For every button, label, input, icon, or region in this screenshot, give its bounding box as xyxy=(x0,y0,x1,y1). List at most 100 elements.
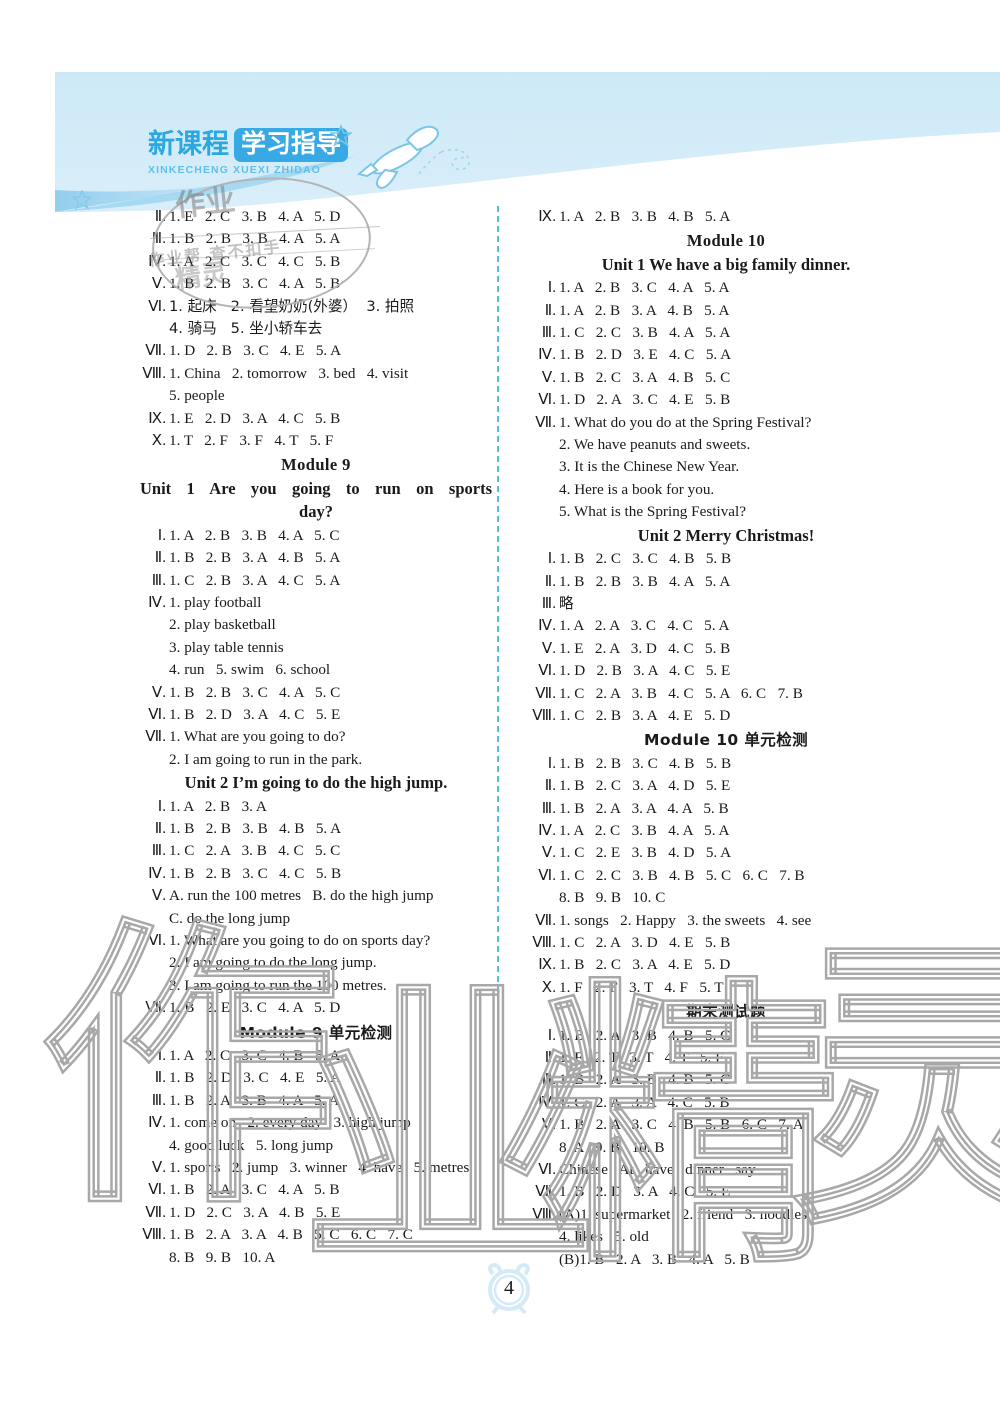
answer-text: 1. play football xyxy=(169,593,262,611)
answer-continuation: 2. I am going to do the long jump. xyxy=(169,954,377,972)
answer-text: 1. C 2. A 3. A 4. C 5. B xyxy=(559,1093,730,1111)
exercise-number: Ⅴ. xyxy=(541,1116,556,1134)
answer-text: 1. B 2. C 3. A 4. E 5. D xyxy=(559,956,731,974)
answer-text: 1. B 2. D 3. C 4. E 5. A xyxy=(169,1069,342,1087)
answer-text: 1. B 2. D 3. A 4. C 5. E xyxy=(169,705,341,723)
unit-heading: Unit 2 I’m going to do the high jump. xyxy=(184,773,448,793)
answer-text: 1. B 2. E 3. C 4. A 5. D xyxy=(169,999,341,1017)
module-heading: Module 9 xyxy=(281,455,351,475)
answer-line: Ⅶ. 1. B 2. D 3. A 4. C 5. E xyxy=(526,1181,926,1203)
exercise-number: Ⅲ. xyxy=(541,594,556,612)
answer-text: Chinese At have dinner say xyxy=(559,1161,756,1179)
answer-line: Ⅲ. 1. B 2. A 3. A 4. A 5. B xyxy=(526,798,926,820)
answer-continuation: 2. I am going to run in the park. xyxy=(169,750,363,768)
exercise-number: Ⅶ. xyxy=(145,728,166,746)
answer-text: 1. B 2. A 3. B 4. A 5. A xyxy=(169,1091,340,1109)
answer-line: Ⅸ. 1. E 2. D 3. A 4. C 5. B xyxy=(136,408,496,430)
exercise-number: Ⅸ. xyxy=(148,409,166,427)
module-heading: Module 10 xyxy=(686,231,766,251)
answer-text: 1. B 2. B 3. C 4. A 5. B xyxy=(169,275,341,293)
answer-text: 1. A 2. B 3. A xyxy=(169,797,267,815)
exercise-number: Ⅵ. xyxy=(538,391,556,409)
exercise-number: Ⅱ. xyxy=(154,819,166,837)
answer-line: Ⅰ. 1. A 2. B 3. C 4. A 5. A xyxy=(526,277,926,299)
answer-line: Ⅷ. (A)1. supermarket 2. friend 3. noodles xyxy=(526,1204,926,1226)
answer-text: 1. B 2. A 3. B 4. B 5. C xyxy=(559,1026,731,1044)
answer-text: 1. C 2. B 3. A 4. C 5. A xyxy=(169,571,341,589)
answer-line: Ⅵ. 1. B 2. A 3. C 4. A 5. B xyxy=(136,1179,496,1201)
answer-text: 略 xyxy=(559,594,574,612)
answer-line: Ⅶ. 1. songs 2. Happy 3. the sweets 4. see xyxy=(526,910,926,932)
exercise-number: Ⅶ. xyxy=(535,1183,556,1201)
unit-heading: day? xyxy=(299,502,333,522)
answer-text: 1. A 2. C 3. B 4. A 5. A xyxy=(559,821,730,839)
answer-text: 1. F 2. T 3. T 4. T 5. F xyxy=(559,1049,724,1067)
exercise-number: Ⅰ. xyxy=(547,550,556,568)
answer-line: Ⅶ. 1. D 2. B 3. C 4. E 5. A xyxy=(136,340,496,362)
answer-line: Ⅶ. 1. What do you do at the Spring Festiv… xyxy=(526,412,926,434)
answer-line: Ⅳ. 1. A 2. C 3. C 4. C 5. B xyxy=(136,251,496,273)
exercise-number: Ⅵ. xyxy=(538,866,556,884)
answer-line: Ⅸ. 1. B 2. C 3. A 4. E 5. D xyxy=(526,954,926,976)
exercise-number: Ⅵ. xyxy=(148,1181,166,1199)
answer-text: 1. B 2. A 3. B 4. B 5. C xyxy=(559,1071,731,1089)
answer-continuation: 5. What is the Spring Festival? xyxy=(559,503,747,521)
answer-line: Ⅱ. 1. B 2. D 3. C 4. E 5. A xyxy=(136,1067,496,1089)
exercise-number: Ⅰ. xyxy=(547,754,556,772)
answer-line: Ⅳ. 1. A 2. C 3. B 4. A 5. A xyxy=(526,820,926,842)
answer-key-page: 新课程 学习指导 XINKECHENG XUEXI ZHIDAO Ⅱ. 1. E … xyxy=(0,0,1000,1414)
exercise-number: Ⅴ. xyxy=(151,275,166,293)
exercise-number: Ⅱ. xyxy=(544,777,556,795)
answer-line: Ⅲ. 1. B 2. A 3. B 4. A 5. A xyxy=(136,1090,496,1112)
answer-line: Ⅲ. 略 xyxy=(526,593,926,615)
exercise-number: Ⅲ. xyxy=(541,1071,556,1089)
answer-line: Ⅵ. 1. 起床 2. 看望奶奶(外婆） 3. 拍照 xyxy=(136,296,496,318)
answer-text: 1. A 2. B 3. B 4. B 5. A xyxy=(559,208,731,225)
answer-continuation: 4. good luck 5. long jump xyxy=(169,1136,334,1154)
exercise-number: Ⅲ. xyxy=(541,799,556,817)
answer-line: Ⅱ. 1. B 2. B 3. B 4. A 5. A xyxy=(526,571,926,593)
answer-text: 1. sports 2. jump 3. winner 4. have 5. m… xyxy=(169,1159,470,1177)
exercise-number: Ⅳ. xyxy=(148,593,166,611)
answer-line: Ⅴ. 1. B 2. B 3. C 4. A 5. C xyxy=(136,682,496,704)
star-icon xyxy=(328,123,354,152)
answer-text: 1. B 2. A 3. A 4. A 5. B xyxy=(559,799,729,817)
exercise-number: Ⅳ. xyxy=(538,1093,556,1111)
unit-heading: Unit 1 We have a big family dinner. xyxy=(601,254,851,274)
answer-line: Ⅵ. 1. D 2. A 3. C 4. E 5. B xyxy=(526,389,926,411)
answer-continuation: 3. It is the Chinese New Year. xyxy=(559,458,740,476)
answer-text: 1. What do you do at the Spring Festival… xyxy=(559,413,812,431)
answer-text: 1. D 2. A 3. C 4. E 5. B xyxy=(559,391,731,409)
exercise-number: Ⅶ. xyxy=(535,684,556,702)
exercise-number: Ⅱ. xyxy=(154,208,166,225)
exercise-number: Ⅲ. xyxy=(541,324,556,342)
exercise-number: Ⅴ. xyxy=(541,844,556,862)
answer-continuation: 2. play basketball xyxy=(169,616,276,634)
exercise-number: Ⅲ. xyxy=(151,842,166,860)
answer-line: Ⅹ. 1. T 2. F 3. F 4. T 5. F xyxy=(136,430,496,452)
exercise-number: Ⅳ. xyxy=(148,1114,166,1132)
exercise-number: Ⅷ. xyxy=(532,1205,556,1223)
answer-text: A. run the 100 metres B. do the high jum… xyxy=(169,887,434,905)
answer-text: 1. What are you going to do? xyxy=(169,728,346,746)
exercise-number: Ⅳ. xyxy=(538,821,556,839)
answer-text: 1. B 2. B 3. C 4. A 5. C xyxy=(169,683,341,701)
exercise-number: Ⅷ. xyxy=(532,934,556,951)
answer-text: 1. B 2. A 3. C 4. B 5. B 6. C 7. A xyxy=(559,1116,804,1134)
answer-line: Ⅰ. 1. B 2. C 3. C 4. B 5. B xyxy=(526,548,926,570)
answer-line: Ⅵ. Chinese At have dinner say xyxy=(526,1159,926,1181)
airplane-icon xyxy=(345,118,485,190)
answer-continuation: 4. run 5. swim 6. school xyxy=(169,661,331,679)
answer-text: 1. B 2. C 3. C 4. B 5. B xyxy=(559,550,732,568)
answer-text: 1. B 2. C 3. A 4. B 5. C xyxy=(559,368,731,386)
exercise-number: Ⅳ. xyxy=(538,346,556,364)
exercise-number: Ⅳ. xyxy=(148,864,166,882)
answer-line: Ⅷ. 1. China 2. tomorrow 3. bed 4. visit xyxy=(136,363,496,385)
exercise-number: Ⅰ. xyxy=(547,1026,556,1044)
answer-text: 1. A 2. B 3. A 4. B 5. A xyxy=(559,301,730,319)
answer-continuation: 8. A 9. B 10. B xyxy=(559,1138,665,1156)
answer-line: Ⅱ. 1. B 2. B 3. A 4. B 5. A xyxy=(136,547,496,569)
exercise-number: Ⅰ. xyxy=(157,797,166,815)
answer-text: 1. come on 2. every day 3. high jump xyxy=(169,1114,411,1132)
answer-line: Ⅳ. 1. C 2. A 3. A 4. C 5. B xyxy=(526,1092,926,1114)
